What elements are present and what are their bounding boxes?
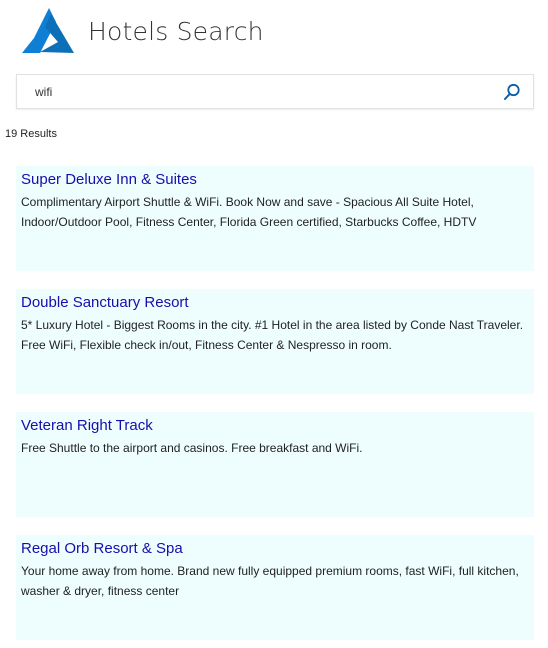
page-title: Hotels Search — [88, 16, 264, 46]
result-description: Free Shuttle to the airport and casinos.… — [21, 441, 363, 455]
result-card: Super Deluxe Inn & Suites Complimentary … — [16, 166, 534, 271]
result-title-link[interactable]: Veteran Right Track — [21, 417, 529, 435]
header: Hotels Search — [22, 8, 264, 54]
result-card: Veteran Right Track Free Shuttle to the … — [16, 412, 534, 517]
result-card: Double Sanctuary Resort 5* Luxury Hotel … — [16, 289, 534, 394]
results-count: 19 Results — [5, 128, 57, 140]
search-box — [16, 74, 534, 109]
results-list: Super Deluxe Inn & Suites Complimentary … — [16, 166, 534, 648]
search-input[interactable] — [35, 75, 495, 108]
search-button[interactable] — [501, 81, 523, 103]
page: Hotels Search 19 Results Super Deluxe In… — [0, 0, 548, 648]
result-description: Complimentary Airport Shuttle & WiFi. Bo… — [21, 195, 477, 229]
result-description: 5* Luxury Hotel - Biggest Rooms in the c… — [21, 318, 524, 352]
search-icon — [504, 83, 520, 100]
result-title-link[interactable]: Super Deluxe Inn & Suites — [21, 171, 529, 189]
result-title-link[interactable]: Regal Orb Resort & Spa — [21, 540, 529, 558]
result-card: Regal Orb Resort & Spa Your home away fr… — [16, 535, 534, 640]
result-title-link[interactable]: Double Sanctuary Resort — [21, 294, 529, 312]
result-description: Your home away from home. Brand new full… — [21, 564, 519, 598]
azure-logo-icon — [22, 8, 74, 53]
